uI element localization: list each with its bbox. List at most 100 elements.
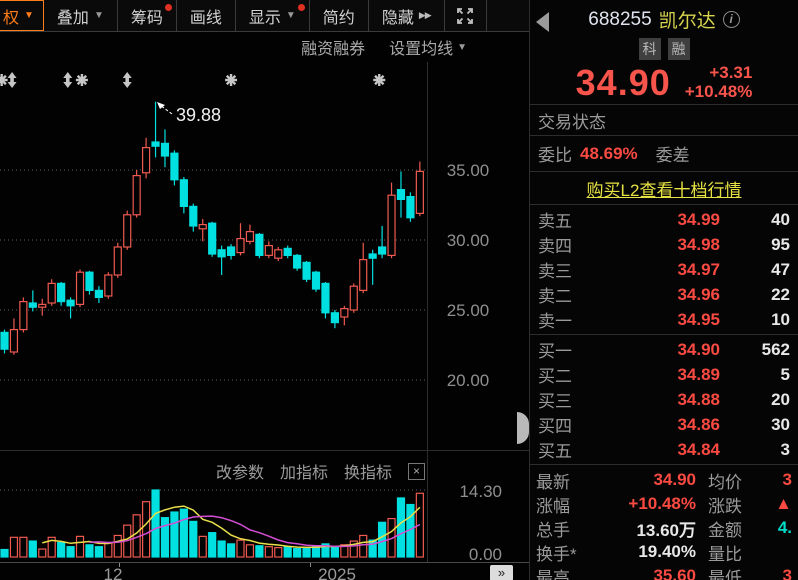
chip-distribution-button[interactable]: 筹码 [118, 0, 177, 31]
svg-text:0.00: 0.00 [469, 545, 502, 563]
bid-level-label: 买四 [538, 417, 572, 436]
l2-promo-row: 购买L2查看十档行情 [530, 171, 798, 204]
bid-row[interactable]: 买三 34.88 20 [530, 387, 798, 412]
time-label: 2025 [318, 565, 356, 580]
fullscreen-icon [457, 7, 474, 24]
bid-level-label: 买五 [538, 442, 572, 461]
bid-level-label: 买二 [538, 367, 572, 386]
ask-price: 34.97 [677, 259, 720, 279]
ma-settings-label: 设置均线 [389, 41, 454, 58]
notification-dot-icon [297, 4, 305, 11]
bid-row[interactable]: 买二 34.89 5 [530, 362, 798, 387]
bid-level-label: 买三 [538, 392, 572, 411]
draw-line-label: 画线 [189, 9, 222, 27]
stat-value: 34.90 [653, 470, 696, 489]
simple-mode-label: 简约 [322, 9, 355, 27]
adjust-rights-button[interactable]: 权 ▼ [0, 0, 44, 31]
weicha-label: 委差 [655, 146, 690, 165]
collapse-left-icon[interactable] [536, 12, 549, 32]
ask-row[interactable]: 卖五 34.99 40 [530, 207, 798, 232]
ask-level-label: 卖三 [538, 262, 572, 281]
fullscreen-button[interactable] [445, 0, 487, 31]
change-param-button[interactable]: 改参数 [216, 459, 264, 483]
hide-label: 隐藏 [381, 9, 414, 27]
chart-column: 权 ▼ 叠加 ▼ 筹码 画线 显示 ▼ 简约 隐藏 ▶▶ 融资融券 设置均线 ▼… [0, 0, 529, 580]
stat-label: 最低 [708, 568, 742, 580]
bid-book: 买一 34.90 562 买二 34.89 5 买三 34.88 20 买四 3… [530, 334, 798, 464]
stat-value: 3 [782, 470, 792, 489]
caret-down-icon: ▼ [285, 10, 296, 21]
bid-volume: 3 [780, 439, 790, 459]
ask-volume: 47 [771, 259, 790, 279]
ask-volume: 22 [771, 284, 790, 304]
ask-price: 34.96 [677, 284, 720, 304]
weibi-row: 委比 48.69% 委差 [530, 135, 798, 171]
svg-text:39.88: 39.88 [176, 105, 221, 125]
stat-value [770, 540, 792, 564]
display-button[interactable]: 显示 ▼ [236, 0, 310, 31]
stat-label: 涨跌 [708, 496, 742, 516]
stat-label: 总手 [536, 520, 570, 540]
bid-row[interactable]: 买五 34.84 3 [530, 437, 798, 462]
overlay-button[interactable]: 叠加 ▼ [44, 0, 118, 31]
draw-line-button[interactable]: 画线 [177, 0, 236, 31]
notification-dot-icon [164, 4, 172, 11]
bid-row[interactable]: 买一 34.90 562 [530, 337, 798, 362]
stat-label: 涨幅 [536, 496, 570, 516]
ask-level-label: 卖五 [538, 212, 572, 231]
stat-label: 均价 [708, 472, 742, 492]
ask-price: 34.95 [677, 309, 720, 329]
double-chevron-right-icon: ▶▶ [418, 10, 432, 20]
stats-grid: 最新 34.90 均价 3 涨幅 +10.48% 涨跌 ▲ 总手 13.60万 … [530, 464, 798, 580]
time-axis: 12 2025 » [0, 562, 529, 580]
stat-value: +10.48% [628, 494, 696, 513]
ask-row[interactable]: 卖一 34.95 10 [530, 307, 798, 332]
bid-volume: 562 [761, 339, 790, 359]
bid-volume: 20 [771, 389, 790, 409]
ma-settings-button[interactable]: 设置均线 ▼ [389, 35, 467, 59]
bid-row[interactable]: 买四 34.86 30 [530, 412, 798, 437]
expand-right-button[interactable]: » [490, 565, 513, 580]
trade-status-section: 交易状态 [530, 104, 798, 135]
caret-down-icon: ▼ [93, 10, 104, 21]
ask-price: 34.98 [677, 234, 720, 254]
bid-price: 34.90 [677, 339, 720, 359]
stat-row: 最高 35.60 最低 3 [530, 564, 798, 580]
hide-toolbar-button[interactable]: 隐藏 ▶▶ [369, 0, 445, 31]
chart-subheader: 融资融券 设置均线 ▼ [0, 32, 529, 62]
ask-level-label: 卖二 [538, 287, 572, 306]
stat-row: 总手 13.60万 金额 4. [530, 516, 798, 540]
weibi-label: 委比 [538, 146, 572, 165]
margin-trading-button[interactable]: 融资融券 [301, 35, 365, 59]
switch-indicator-button[interactable]: 换指标 [344, 459, 392, 483]
stat-row: 涨幅 +10.48% 涨跌 ▲ [530, 492, 798, 516]
ask-row[interactable]: 卖二 34.96 22 [530, 282, 798, 307]
ask-volume: 40 [771, 209, 790, 229]
buy-l2-link[interactable]: 购买L2查看十档行情 [587, 176, 742, 201]
ask-price: 34.99 [677, 209, 720, 229]
candlestick-chart[interactable]: 35.00 30.00 25.00 20.00 39.88 [0, 62, 529, 450]
price-change-pct: +10.48% [684, 82, 753, 101]
ask-row[interactable]: 卖三 34.97 47 [530, 257, 798, 282]
ask-level-label: 卖四 [538, 237, 572, 256]
stat-value: ▲ [775, 494, 792, 513]
close-indicator-button[interactable]: × [408, 462, 425, 480]
ask-row[interactable]: 卖四 34.98 95 [530, 232, 798, 257]
stat-value: 4. [777, 518, 792, 537]
stat-label: 金额 [708, 520, 742, 540]
bid-volume: 30 [771, 414, 790, 434]
ask-volume: 95 [771, 234, 790, 254]
stat-value: 13.60万 [636, 520, 696, 540]
stock-name: 凯尔达 [658, 11, 716, 32]
stat-row: 换手* 19.40% 量比 [530, 540, 798, 564]
svg-text:35.00: 35.00 [447, 161, 490, 180]
simple-mode-button[interactable]: 简约 [310, 0, 369, 31]
bid-price: 34.89 [677, 364, 720, 384]
last-price: 34.90 [575, 62, 671, 103]
svg-text:30.00: 30.00 [447, 231, 490, 250]
info-icon[interactable]: i [722, 11, 740, 28]
candlestick-svg: 35.00 30.00 25.00 20.00 39.88 [0, 62, 490, 450]
add-indicator-button[interactable]: 加指标 [280, 459, 328, 483]
stat-label: 换手* [536, 544, 577, 564]
volume-pane[interactable]: 改参数 加指标 换指标 × 14.30 0.00 [0, 450, 529, 564]
